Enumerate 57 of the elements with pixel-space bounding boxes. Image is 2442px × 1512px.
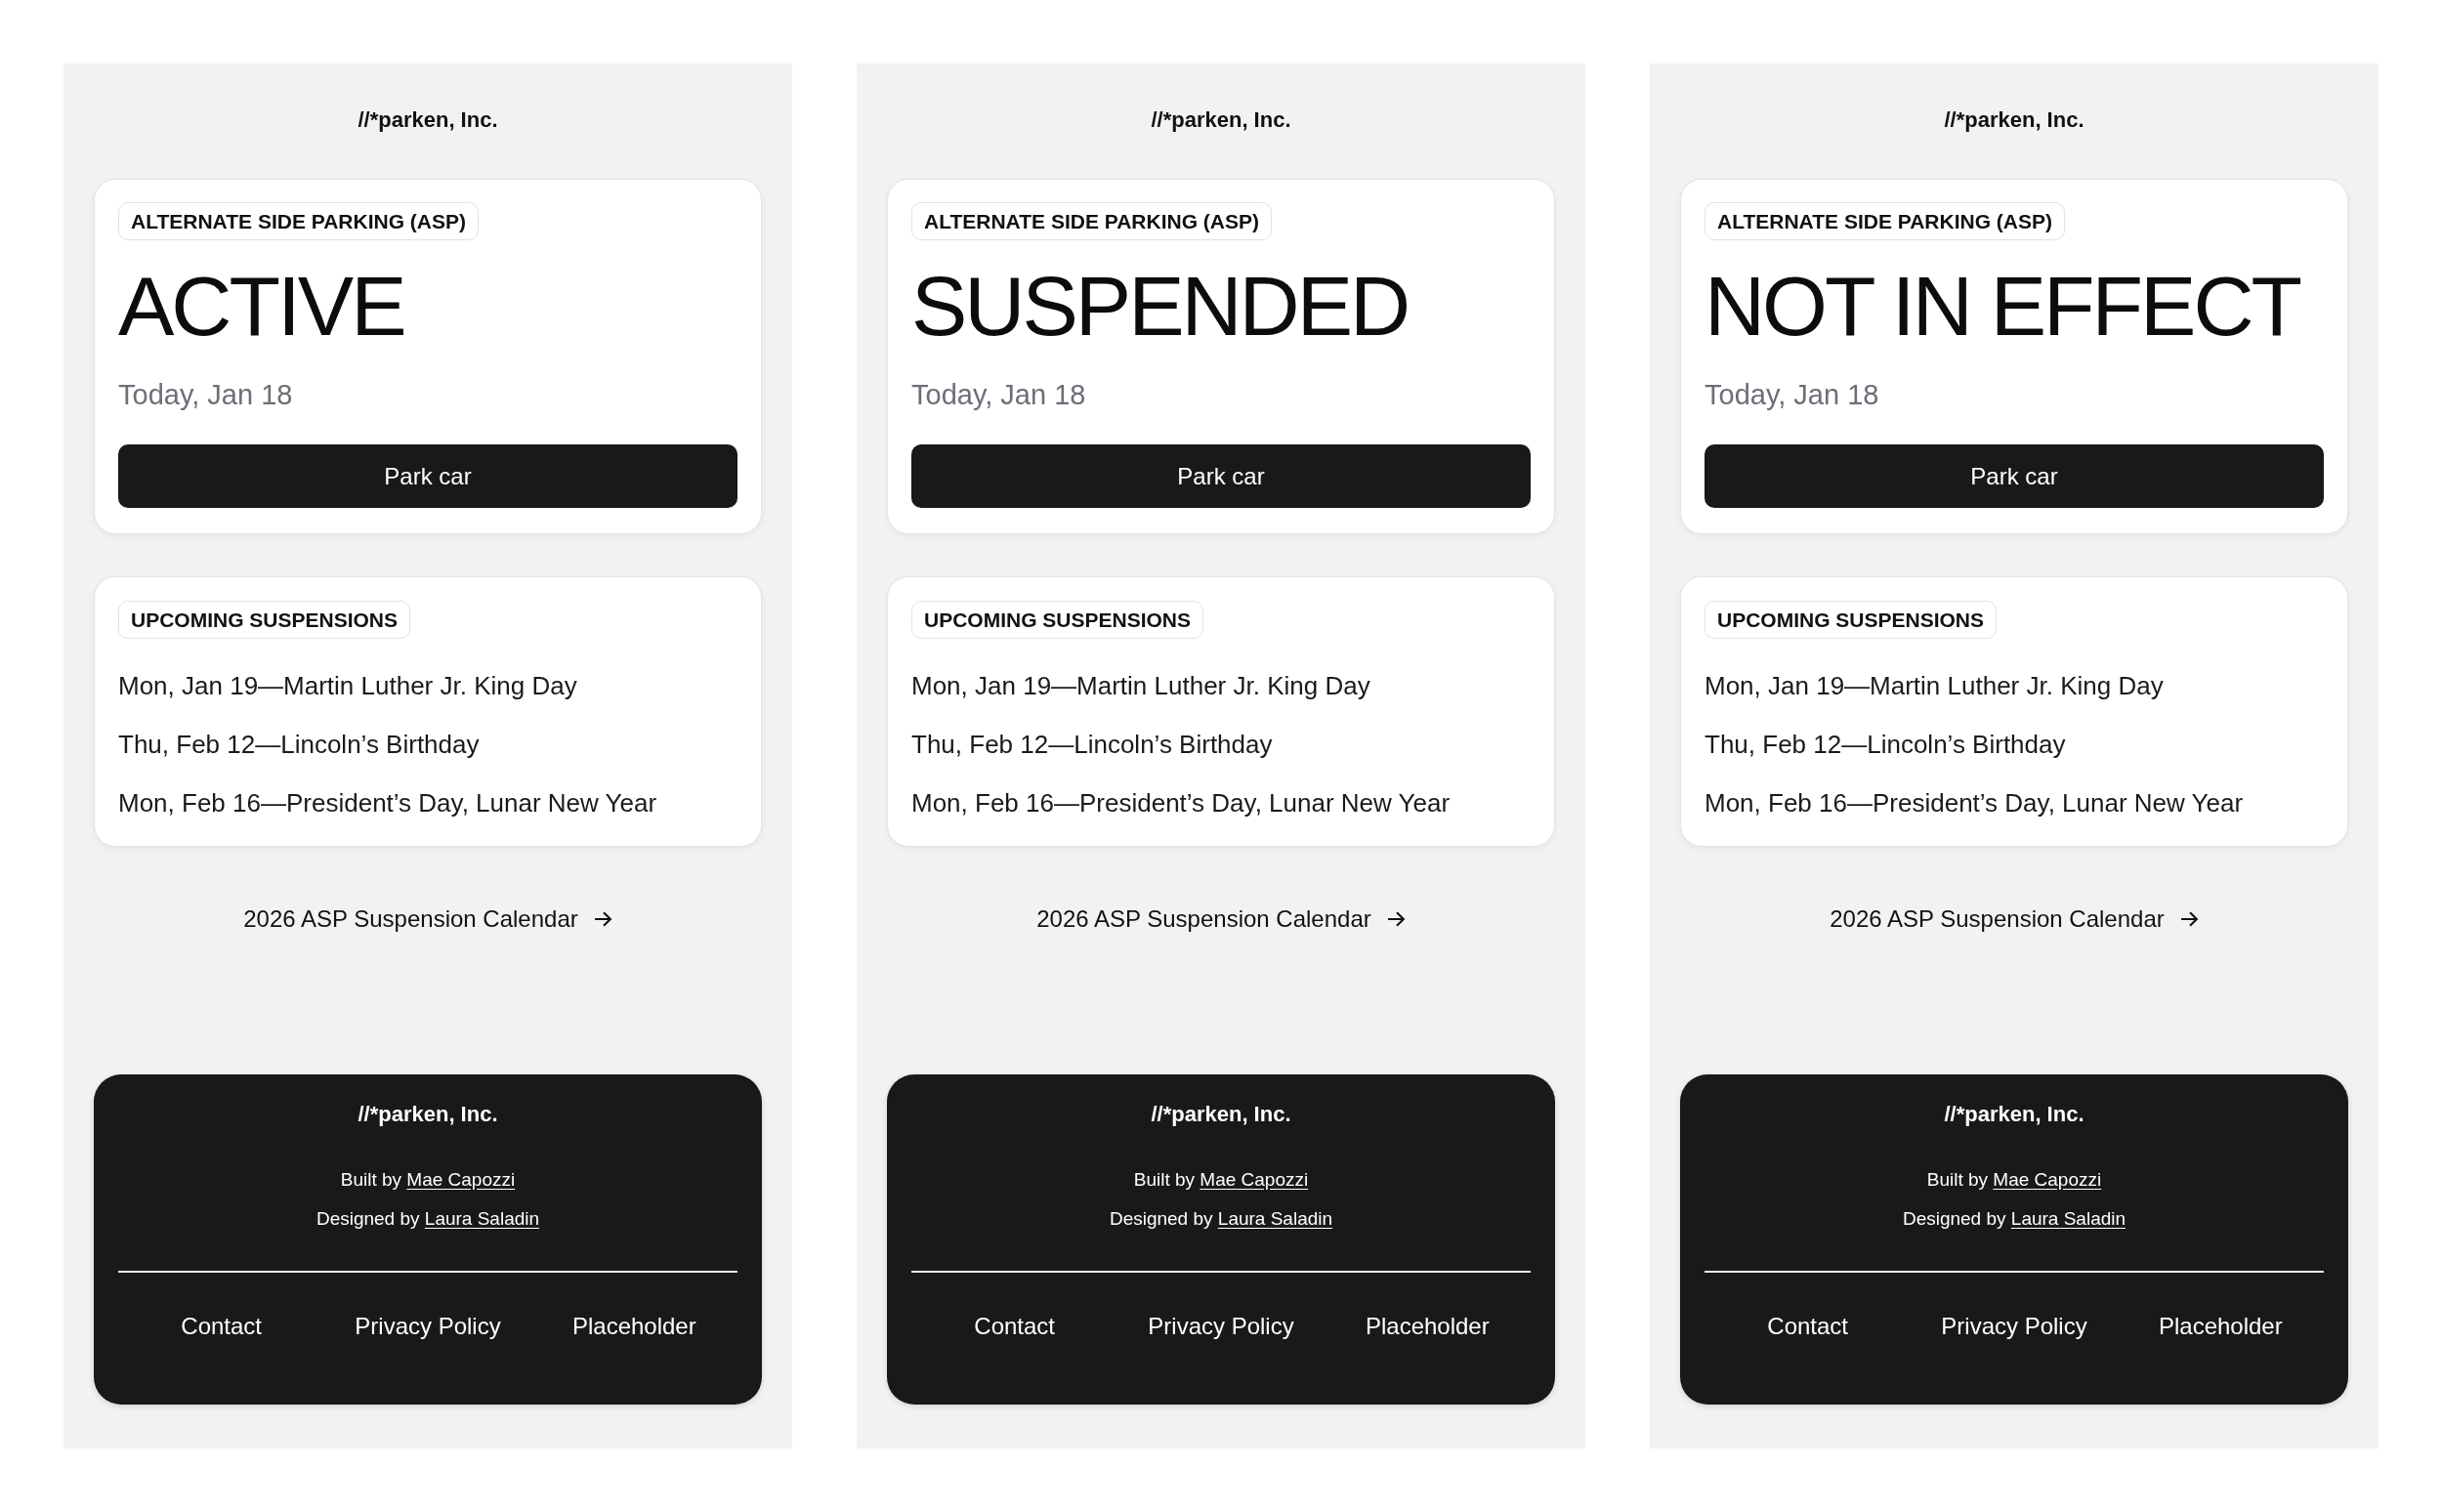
suspension-item: Mon, Feb 16—President’s Day, Lunar New Year <box>118 787 657 819</box>
author-link[interactable]: Mae Capozzi <box>406 1169 516 1190</box>
footer-link[interactable]: Placeholder <box>1365 1312 1490 1341</box>
suspension-item: Mon, Feb 16—President’s Day, Lunar New Year <box>911 787 1451 819</box>
section-tag: ALTERNATE SIDE PARKING (ASP) <box>1705 202 2065 240</box>
brand-name: //*parken, Inc. <box>1151 106 1291 134</box>
footer-link[interactable]: Privacy Policy <box>1941 1312 2087 1341</box>
author-link[interactable]: Mae Capozzi <box>1993 1169 2102 1190</box>
brand-name: //*parken, Inc. <box>358 106 498 134</box>
section-tag: ALTERNATE SIDE PARKING (ASP) <box>118 202 479 240</box>
suspension-item: Mon, Jan 19—Martin Luther Jr. King Day <box>1705 670 2165 702</box>
brand-name: //*parken, Inc. <box>1944 106 2084 134</box>
suspension-item: Thu, Feb 12—Lincoln’s Birthday <box>1705 729 2067 761</box>
footer-link[interactable]: Contact <box>181 1312 262 1341</box>
credit-line: Designed by Laura Saladin <box>1902 1207 2126 1231</box>
author-link[interactable]: Laura Saladin <box>2010 1208 2126 1229</box>
date-text: Today, Jan 18 <box>911 378 1086 412</box>
author-link[interactable]: Laura Saladin <box>1217 1208 1333 1229</box>
calendar-link[interactable]: 2026 ASP Suspension Calendar <box>1830 904 2199 934</box>
section-tag: UPCOMING SUSPENSIONS <box>911 601 1204 639</box>
author-link[interactable]: Laura Saladin <box>424 1208 540 1229</box>
date-text: Today, Jan 18 <box>1705 378 1879 412</box>
arrow-right-icon <box>593 911 612 927</box>
footer-link[interactable]: Privacy Policy <box>1148 1312 1294 1341</box>
footer-link[interactable]: Privacy Policy <box>355 1312 501 1341</box>
suspension-item: Mon, Feb 16—President’s Day, Lunar New Year <box>1705 787 2244 819</box>
suspension-item: Mon, Jan 19—Martin Luther Jr. King Day <box>118 670 578 702</box>
park-car-button[interactable]: Park car <box>118 444 737 508</box>
status-heading: SUSPENDED <box>911 264 1409 348</box>
calendar-link[interactable]: 2026 ASP Suspension Calendar <box>1036 904 1406 934</box>
brand-name: //*parken, Inc. <box>358 1101 498 1128</box>
footer-link[interactable]: Contact <box>1767 1312 1848 1341</box>
credit-line: Built by Mae Capozzi <box>1926 1168 2102 1192</box>
park-car-button[interactable]: Park car <box>1705 444 2324 508</box>
suspension-item: Mon, Jan 19—Martin Luther Jr. King Day <box>911 670 1371 702</box>
suspension-item: Thu, Feb 12—Lincoln’s Birthday <box>911 729 1274 761</box>
arrow-right-icon <box>2179 911 2199 927</box>
footer-link[interactable]: Contact <box>974 1312 1055 1341</box>
section-tag: ALTERNATE SIDE PARKING (ASP) <box>911 202 1272 240</box>
section-tag: UPCOMING SUSPENSIONS <box>1705 601 1998 639</box>
park-car-button[interactable]: Park car <box>911 444 1531 508</box>
author-link[interactable]: Mae Capozzi <box>1200 1169 1309 1190</box>
date-text: Today, Jan 18 <box>118 378 293 412</box>
credit-line: Designed by Laura Saladin <box>316 1207 540 1231</box>
status-heading: ACTIVE <box>118 264 404 348</box>
credit-line: Built by Mae Capozzi <box>340 1168 516 1192</box>
arrow-right-icon <box>1386 911 1406 927</box>
brand-name: //*parken, Inc. <box>1944 1101 2084 1128</box>
footer-link[interactable]: Placeholder <box>2158 1312 2283 1341</box>
credit-line: Built by Mae Capozzi <box>1133 1168 1309 1192</box>
suspension-item: Thu, Feb 12—Lincoln’s Birthday <box>118 729 481 761</box>
brand-name: //*parken, Inc. <box>1151 1101 1291 1128</box>
section-tag: UPCOMING SUSPENSIONS <box>118 601 411 639</box>
status-heading: NOT IN EFFECT <box>1705 264 2300 348</box>
footer-link[interactable]: Placeholder <box>571 1312 696 1341</box>
calendar-link[interactable]: 2026 ASP Suspension Calendar <box>243 904 612 934</box>
credit-line: Designed by Laura Saladin <box>1109 1207 1333 1231</box>
